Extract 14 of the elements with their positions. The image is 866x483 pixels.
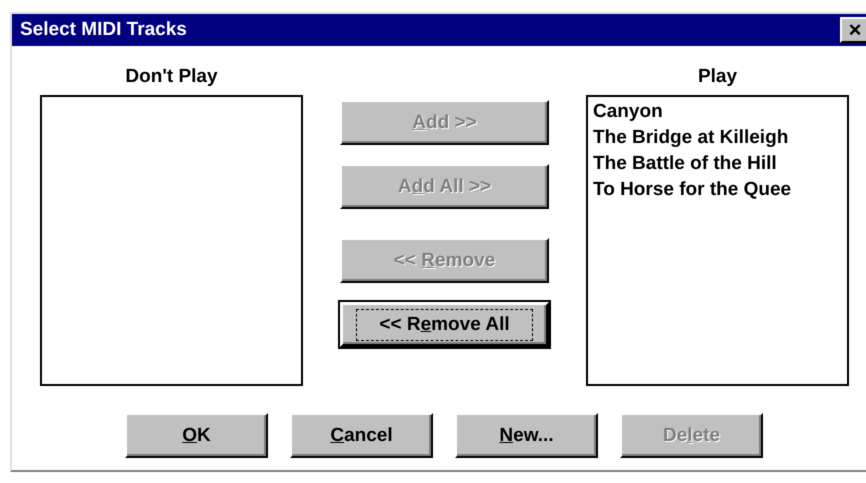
list-header: Play <box>698 66 738 88</box>
list-header: Don't Play <box>125 66 218 88</box>
dialog-button[interactable]: Cancel <box>290 413 433 458</box>
close-button[interactable]: × <box>840 17 866 43</box>
list-item[interactable]: The Bridge at Killeigh <box>593 125 842 151</box>
list-item[interactable]: To Horse for the Quee <box>593 177 842 203</box>
window-title: Select MIDI Tracks <box>20 19 187 41</box>
dialog-button[interactable]: New... <box>455 413 598 458</box>
dont-play-list[interactable] <box>40 95 303 386</box>
list-item[interactable]: The Battle of the Hill <box>593 151 842 177</box>
play-list[interactable]: Canyon The Bridge at Killeigh The Battle of the Hill To Horse for the Quee <box>586 95 849 386</box>
list-item[interactable]: Canyon <box>593 99 842 125</box>
dialog-button[interactable]: OK <box>125 413 268 458</box>
move-button[interactable]: << Remove All <box>340 302 549 347</box>
